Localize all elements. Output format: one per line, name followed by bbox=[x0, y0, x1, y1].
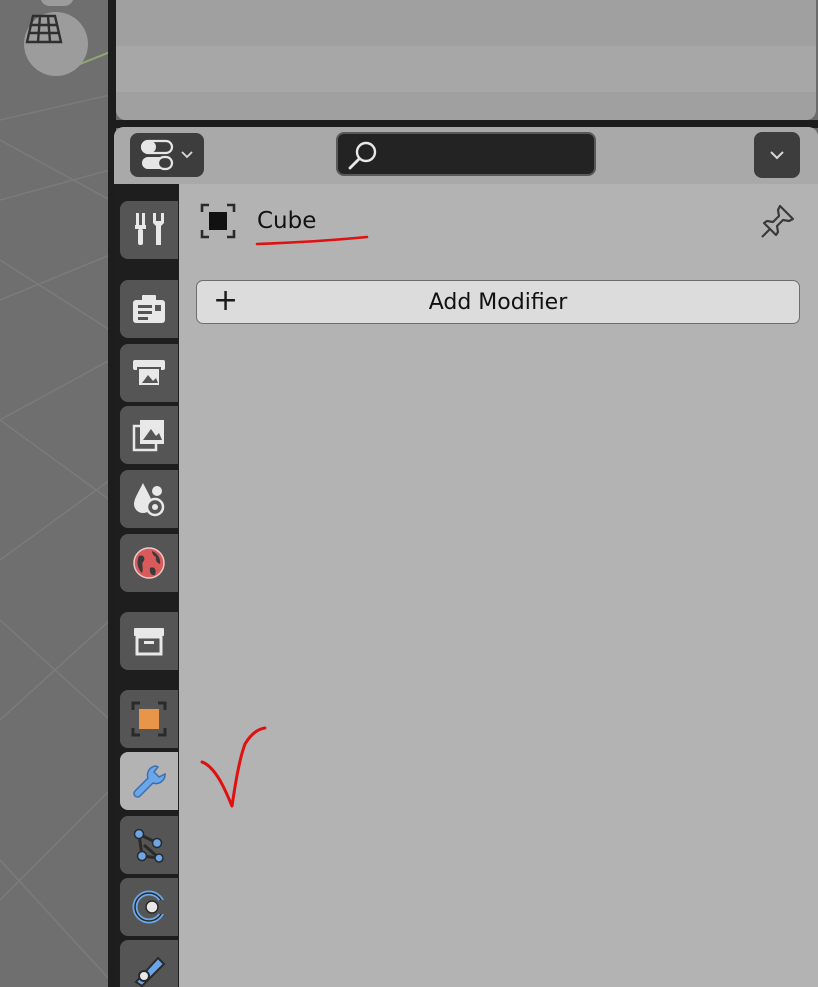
properties-header bbox=[114, 127, 818, 184]
red-checkmark-annotation bbox=[200, 726, 267, 808]
options-dropdown-button[interactable] bbox=[754, 132, 800, 178]
properties-tabs bbox=[114, 184, 179, 987]
tab-output[interactable] bbox=[120, 344, 178, 402]
tab-particles[interactable] bbox=[120, 816, 178, 874]
render-icon bbox=[133, 295, 165, 323]
wrench-icon bbox=[133, 765, 166, 798]
search-icon bbox=[348, 141, 377, 170]
output-icon bbox=[133, 360, 165, 387]
context-breadcrumb: Cube bbox=[179, 184, 818, 264]
scene-icon bbox=[134, 483, 165, 517]
tab-tool[interactable] bbox=[120, 201, 178, 259]
view-layer-icon bbox=[132, 420, 164, 452]
add-modifier-label: Add Modifier bbox=[428, 289, 568, 315]
viewport-grid bbox=[0, 51, 110, 981]
modifiers-panel: Cube + Add Modifier bbox=[179, 184, 818, 987]
object-icon bbox=[200, 203, 236, 239]
chevron-down-icon bbox=[181, 151, 193, 159]
outliner-row[interactable] bbox=[116, 46, 816, 92]
physics-icon bbox=[132, 890, 168, 924]
tab-render[interactable] bbox=[120, 280, 178, 338]
outliner-row[interactable] bbox=[116, 92, 816, 120]
pin-icon[interactable] bbox=[759, 202, 797, 240]
world-icon bbox=[133, 547, 165, 579]
tab-physics[interactable] bbox=[120, 878, 178, 936]
particles-icon bbox=[133, 828, 164, 863]
properties-editor: Cube + Add Modifier bbox=[114, 127, 818, 987]
chevron-down-icon bbox=[770, 151, 784, 160]
tool-icon bbox=[135, 213, 164, 245]
editor-type-button[interactable] bbox=[130, 133, 204, 177]
object-name: Cube bbox=[257, 208, 317, 234]
outliner-area[interactable] bbox=[116, 0, 816, 120]
tab-world[interactable] bbox=[120, 534, 178, 592]
tab-constraints[interactable] bbox=[120, 940, 178, 987]
red-underline-annotation bbox=[255, 235, 369, 246]
tab-collection[interactable] bbox=[120, 612, 178, 670]
collection-icon bbox=[134, 628, 164, 656]
tab-object[interactable] bbox=[120, 690, 178, 748]
tab-scene[interactable] bbox=[120, 470, 178, 528]
toggle-ortho-button[interactable] bbox=[24, 12, 88, 76]
plus-icon: + bbox=[213, 283, 239, 318]
properties-editor-icon bbox=[140, 139, 174, 171]
3d-viewport[interactable] bbox=[0, 0, 110, 987]
outliner-row[interactable] bbox=[116, 0, 816, 46]
search-input[interactable] bbox=[386, 140, 590, 170]
constraints-icon bbox=[134, 956, 166, 987]
tab-modifiers[interactable] bbox=[120, 752, 178, 810]
tab-view-layer[interactable] bbox=[120, 406, 178, 464]
add-modifier-button[interactable]: + Add Modifier bbox=[196, 280, 800, 324]
properties-search[interactable] bbox=[336, 132, 596, 176]
object-icon bbox=[131, 701, 167, 737]
grid-icon bbox=[25, 14, 63, 44]
